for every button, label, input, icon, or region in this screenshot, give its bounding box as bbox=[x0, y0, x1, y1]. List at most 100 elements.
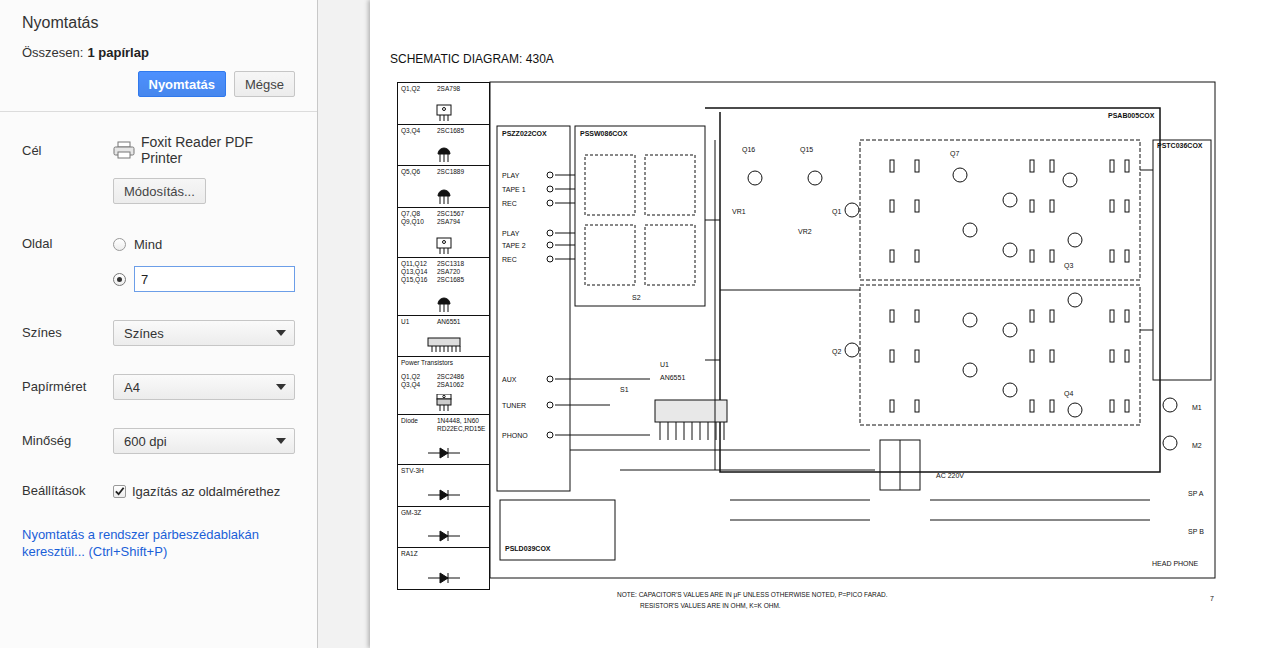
resistor bbox=[1125, 400, 1129, 412]
select-label: Papírméret bbox=[22, 374, 113, 396]
component-label: TAPE 2 bbox=[502, 242, 526, 249]
legend-parts: 2SC1685 bbox=[437, 127, 486, 135]
board-label: PSTC036COX bbox=[1157, 142, 1203, 149]
checkbox-label: Igazítás az oldalmérethez bbox=[132, 484, 280, 499]
transistor bbox=[963, 223, 977, 237]
legend-part: 2SC1685 bbox=[437, 276, 486, 284]
component-label: VR1 bbox=[732, 208, 746, 215]
wire bbox=[555, 233, 575, 234]
legend-name: GM-3Z bbox=[401, 509, 433, 517]
component-label: M1 bbox=[1192, 404, 1202, 411]
dropdown-value: Színes bbox=[124, 326, 164, 341]
resistor bbox=[1050, 200, 1054, 212]
board-outline bbox=[705, 108, 1160, 472]
resistor bbox=[1110, 400, 1114, 412]
legend-part: RD22EC,RD15E bbox=[437, 425, 486, 433]
options-control: Igazítás az oldalmérethez bbox=[113, 482, 295, 500]
wire bbox=[570, 450, 870, 451]
legend-part: AN6551 bbox=[437, 318, 486, 326]
resistor bbox=[1030, 250, 1034, 262]
legend-part: 2SA794 bbox=[437, 218, 486, 226]
legend-entry: STV-3H bbox=[398, 465, 489, 507]
note-line: NOTE: CAPACITOR'S VALUES ARE IN μF UNLES… bbox=[617, 591, 888, 599]
ic-pin bbox=[684, 422, 685, 440]
fit-to-page-option[interactable]: Igazítás az oldalmérethez bbox=[113, 482, 295, 500]
page-range-input[interactable] bbox=[134, 266, 295, 292]
resistor bbox=[1050, 350, 1054, 362]
wire bbox=[705, 360, 720, 361]
board-label: PSZZ022COX bbox=[502, 130, 547, 137]
select-label: Színes bbox=[22, 320, 113, 342]
page-number: 7 bbox=[1210, 595, 1214, 602]
board-outline bbox=[1153, 140, 1211, 380]
dropdown[interactable]: A4 bbox=[113, 374, 295, 400]
dropdown[interactable]: 600 dpi bbox=[113, 428, 295, 454]
transformer bbox=[880, 440, 920, 490]
legend-texts: Q1,Q2 2SA798 bbox=[401, 85, 486, 93]
resistor bbox=[1125, 200, 1129, 212]
resistor bbox=[915, 400, 919, 412]
wire bbox=[705, 220, 720, 221]
checkbox[interactable] bbox=[113, 485, 126, 498]
print-button[interactable]: Nyomtatás bbox=[138, 71, 226, 97]
amplifier-channel bbox=[860, 285, 1140, 425]
legend-name: Q1,Q2 bbox=[401, 85, 433, 93]
component-label: TAPE 1 bbox=[502, 186, 526, 193]
legend-part: 2SA798 bbox=[437, 85, 486, 93]
resistor bbox=[890, 350, 894, 362]
wire bbox=[930, 520, 1150, 521]
component-label: Q2 bbox=[832, 348, 841, 356]
component-label: PLAY bbox=[502, 172, 520, 179]
system-dialog-link[interactable]: Nyomtatás a rendszer párbeszédablakán ke… bbox=[22, 526, 295, 560]
transistor bbox=[963, 313, 977, 327]
component-label: REC bbox=[502, 200, 517, 207]
component-label: Q3 bbox=[1064, 262, 1073, 270]
ic-icon bbox=[424, 336, 464, 354]
wire bbox=[555, 203, 575, 204]
legend-parts: 2SC15672SA794 bbox=[437, 210, 486, 226]
legend-texts: Q5,Q62SC1889 bbox=[401, 168, 486, 176]
component-label: PLAY bbox=[502, 230, 520, 237]
legend-name: RA1Z bbox=[401, 550, 433, 558]
amplifier-channel bbox=[860, 140, 1140, 280]
radio-button[interactable] bbox=[113, 273, 126, 286]
resistor bbox=[1125, 160, 1129, 172]
legend-names: Q11,Q12Q13,Q14Q15,Q16 bbox=[401, 260, 433, 284]
legend-parts: AN6551 bbox=[437, 318, 486, 326]
resistor bbox=[1030, 160, 1034, 172]
preview-page: SCHEMATIC DIAGRAM: 430AQ1,Q22SA798Q3,Q42… bbox=[370, 0, 1280, 648]
legend-name: Q1,Q2 bbox=[401, 373, 433, 381]
diode-icon bbox=[424, 527, 464, 545]
jack bbox=[547, 256, 553, 262]
printer-icon bbox=[113, 141, 135, 159]
printer-name: Foxit Reader PDF Printer bbox=[113, 134, 295, 166]
wire bbox=[620, 470, 875, 471]
legend-texts: Q3,Q42SC1685 bbox=[401, 127, 486, 135]
radio-dot bbox=[117, 277, 122, 282]
transistor bbox=[1003, 193, 1017, 207]
page-option[interactable]: Mind bbox=[113, 232, 295, 256]
jack bbox=[547, 402, 553, 408]
transistor bbox=[845, 343, 859, 357]
page-option[interactable] bbox=[113, 266, 295, 292]
change-destination-button[interactable]: Módosítás... bbox=[113, 178, 206, 204]
radio-button[interactable] bbox=[113, 238, 126, 251]
dropdown-arrow-icon bbox=[276, 438, 286, 444]
transistor bbox=[1003, 243, 1017, 257]
sheet-summary: Összesen:1 papírlap bbox=[22, 44, 295, 62]
component-label: S2 bbox=[632, 294, 641, 301]
wire bbox=[1140, 330, 1153, 331]
legend-texts: Q7,Q8Q9,Q102SC15672SA794 bbox=[401, 210, 486, 226]
print-dialog: Nyomtatás Összesen:1 papírlap Nyomtatás Még… bbox=[0, 0, 1280, 648]
resistor bbox=[915, 350, 919, 362]
legend-parts bbox=[437, 509, 486, 517]
legend-parts: 2SA798 bbox=[437, 85, 486, 93]
resistor bbox=[1110, 160, 1114, 172]
dialog-title: Nyomtatás bbox=[22, 12, 295, 34]
select-row: Színes Színes bbox=[22, 320, 295, 346]
dropdown[interactable]: Színes bbox=[113, 320, 295, 346]
legend-part: 2SA720 bbox=[437, 268, 486, 276]
cancel-button[interactable]: Mégse bbox=[234, 71, 295, 97]
legend-names: GM-3Z bbox=[401, 509, 433, 517]
resistor bbox=[890, 310, 894, 322]
